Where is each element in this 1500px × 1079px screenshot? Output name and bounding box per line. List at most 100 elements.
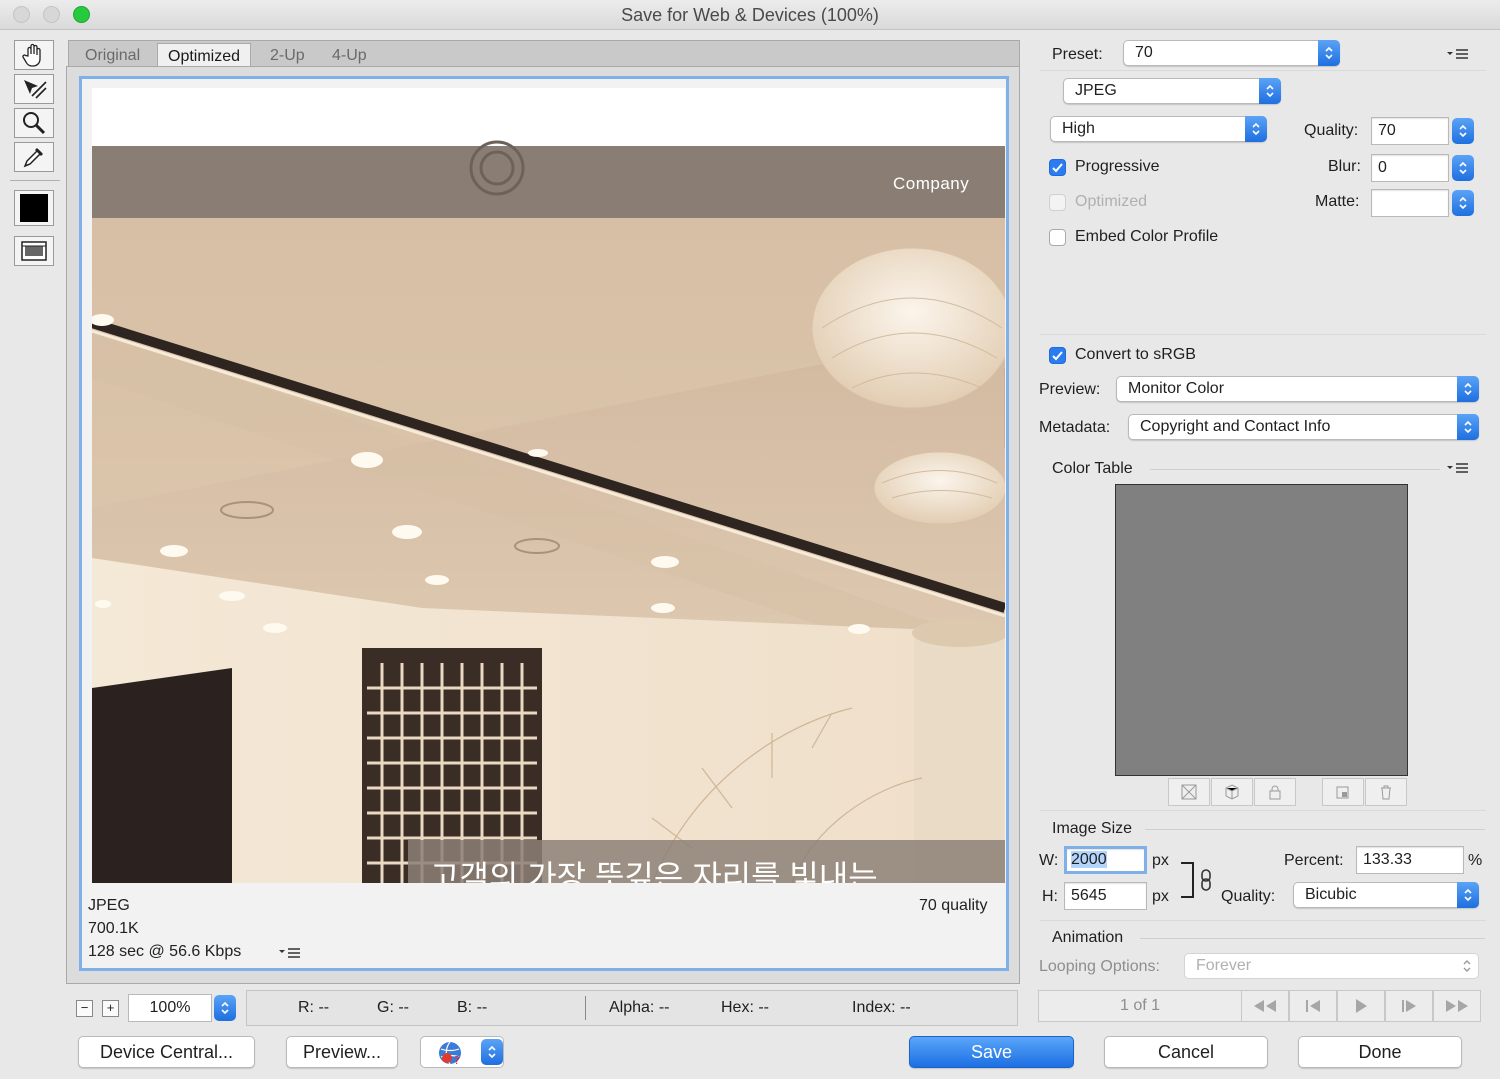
resample-quality-select[interactable]: Bicubic	[1293, 882, 1479, 908]
preview-image[interactable]: Company 고객의 가장 뜻깊은 자리를 빛내는	[92, 88, 1005, 883]
file-format-select-arrows	[1259, 78, 1281, 104]
color-table-swatches[interactable]	[1115, 484, 1408, 776]
width-field[interactable]: 2000	[1064, 846, 1147, 874]
zoom-out-button[interactable]: −	[76, 1000, 93, 1017]
looping-options-select[interactable]: Forever	[1184, 953, 1479, 979]
updown-chevron-icon	[1464, 420, 1472, 434]
updown-chevron-icon	[1464, 888, 1472, 902]
file-format-value: JPEG	[1075, 82, 1117, 99]
cancel-button[interactable]: Cancel	[1104, 1036, 1268, 1068]
convert-srgb-checkbox[interactable]	[1049, 347, 1066, 364]
hex-readout: Hex: --	[721, 999, 769, 1016]
optimized-label: Optimized	[1075, 193, 1148, 210]
metadata-select[interactable]: Copyright and Contact Info	[1128, 414, 1479, 440]
blue-readout: B: --	[457, 999, 488, 1016]
magnifier-icon	[23, 112, 46, 135]
color-table-menu-button[interactable]	[1446, 460, 1470, 481]
updown-chevron-icon	[1464, 382, 1472, 396]
zoom-level-stepper[interactable]	[214, 995, 236, 1021]
metadata-select-arrows	[1457, 414, 1479, 440]
lock-icon	[1269, 785, 1281, 800]
slice-select-tool-button[interactable]	[14, 74, 54, 104]
updown-chevron-icon	[1459, 196, 1467, 210]
toggle-slices-button[interactable]	[14, 236, 54, 266]
tool-palette	[10, 38, 60, 278]
height-field[interactable]: 5645	[1064, 882, 1147, 910]
frame-counter: 1 of 1	[1038, 990, 1242, 1022]
preset-label: Preset:	[1052, 46, 1103, 63]
slice-select-icon	[24, 80, 47, 99]
previous-frame-button[interactable]	[1289, 990, 1337, 1022]
updown-chevron-icon	[1325, 46, 1333, 60]
width-label: W:	[1039, 852, 1059, 869]
download-time: 128 sec @ 56.6 Kbps	[88, 943, 242, 960]
fast-forward-icon	[1446, 1000, 1468, 1012]
output-file-size: 700.1K	[88, 920, 139, 937]
alpha-readout: Alpha: --	[609, 999, 670, 1016]
file-format-select[interactable]: JPEG	[1063, 78, 1281, 104]
progressive-checkbox[interactable]	[1049, 159, 1066, 176]
metadata-value: Copyright and Contact Info	[1140, 418, 1331, 435]
preview-in-browser-button[interactable]: Preview...	[286, 1036, 398, 1068]
lock-color-button[interactable]	[1254, 778, 1296, 806]
save-button[interactable]: Save	[909, 1036, 1074, 1068]
browser-select-stepper[interactable]	[481, 1039, 503, 1065]
optimize-menu-button[interactable]	[1446, 46, 1470, 67]
delete-color-button[interactable]	[1365, 778, 1407, 806]
zoom-level-field[interactable]: 100%	[128, 994, 212, 1022]
compression-quality-select-arrows	[1245, 116, 1267, 142]
last-frame-button[interactable]	[1433, 990, 1481, 1022]
overlay-company-label: Company	[893, 174, 970, 193]
quality-stepper[interactable]	[1452, 118, 1474, 144]
transparency-icon	[1181, 784, 1197, 800]
red-readout: R: --	[298, 999, 330, 1016]
map-transparency-button[interactable]	[1168, 778, 1210, 806]
play-button[interactable]	[1337, 990, 1385, 1022]
matte-stepper[interactable]	[1452, 190, 1474, 216]
height-label: H:	[1042, 888, 1058, 905]
readout-divider	[585, 996, 586, 1020]
percent-label: Percent:	[1284, 852, 1344, 869]
preview-color-select-arrows	[1457, 376, 1479, 402]
new-color-button[interactable]	[1322, 778, 1364, 806]
preview-color-select[interactable]: Monitor Color	[1116, 376, 1479, 402]
percent-field[interactable]: 133.33	[1356, 846, 1464, 874]
eyedropper-color-button[interactable]	[14, 190, 54, 226]
download-speed-menu-button[interactable]	[278, 945, 302, 966]
optimized-checkbox[interactable]	[1049, 194, 1066, 211]
embed-color-profile-checkbox[interactable]	[1049, 229, 1066, 246]
green-readout: G: --	[377, 999, 409, 1016]
percent-unit: %	[1468, 852, 1483, 869]
first-frame-button[interactable]	[1241, 990, 1289, 1022]
output-format: JPEG	[88, 897, 130, 914]
eyedropper-tool-button[interactable]	[14, 142, 54, 172]
updown-chevron-icon	[1266, 84, 1274, 98]
metadata-label: Metadata:	[1039, 419, 1111, 436]
preset-select-arrows	[1318, 40, 1340, 66]
output-quality-text: 70 quality	[919, 897, 988, 914]
web-shift-button[interactable]	[1211, 778, 1253, 806]
hand-tool-button[interactable]	[14, 40, 54, 70]
preview-photo	[92, 88, 1005, 883]
zoom-in-button[interactable]: +	[102, 1000, 119, 1017]
menu-list-icon	[279, 948, 300, 958]
device-central-button[interactable]: Device Central...	[78, 1036, 255, 1068]
looping-options-value: Forever	[1196, 957, 1252, 974]
compression-quality-select[interactable]: High	[1050, 116, 1267, 142]
blur-stepper[interactable]	[1452, 155, 1474, 181]
constrain-proportions-button[interactable]	[1199, 869, 1213, 896]
zoom-tool-button[interactable]	[14, 108, 54, 138]
looping-options-label: Looping Options:	[1039, 958, 1160, 975]
matte-color-field[interactable]	[1371, 189, 1449, 217]
preset-select[interactable]: 70	[1123, 40, 1340, 66]
convert-srgb-label: Convert to sRGB	[1075, 346, 1196, 363]
slices-visibility-icon	[21, 241, 47, 261]
progressive-label: Progressive	[1075, 158, 1160, 175]
blur-field[interactable]: 0	[1371, 154, 1449, 182]
done-button[interactable]: Done	[1298, 1036, 1462, 1068]
browser-select-popup[interactable]: ?	[420, 1036, 504, 1068]
quality-field[interactable]: 70	[1371, 117, 1449, 145]
next-frame-button[interactable]	[1385, 990, 1433, 1022]
hand-icon	[22, 43, 41, 67]
blur-label: Blur:	[1328, 158, 1361, 175]
